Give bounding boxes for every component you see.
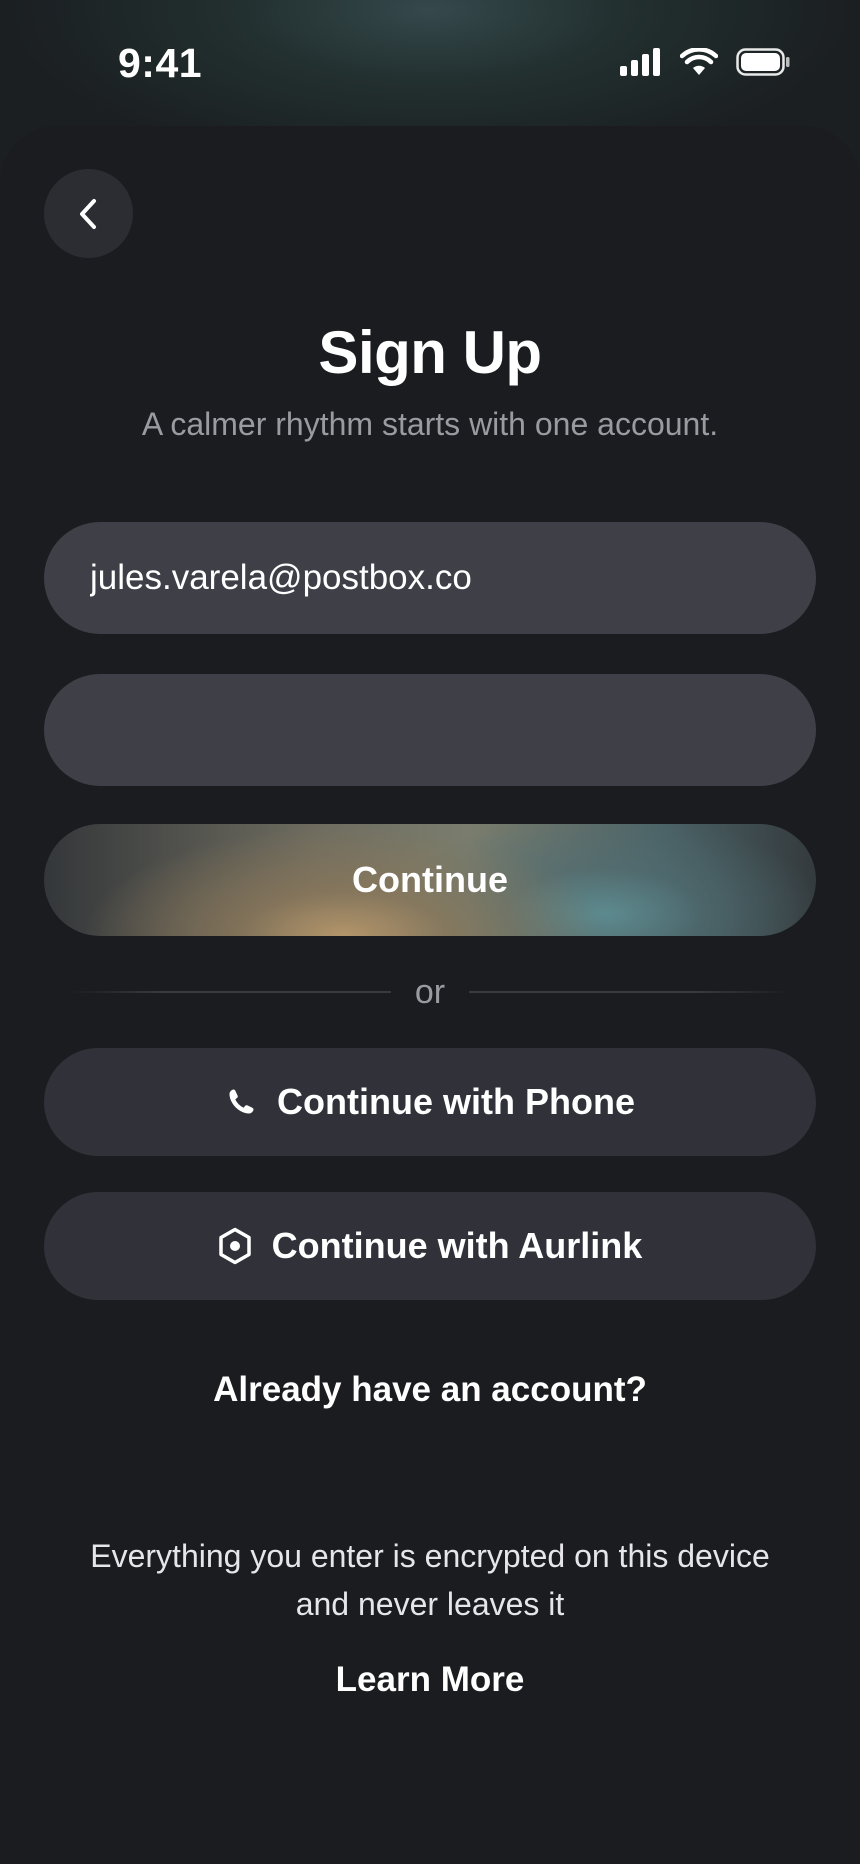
phone-icon: [229, 1089, 254, 1114]
already-have-account-link[interactable]: Already have an account?: [0, 1370, 860, 1410]
cellular-signal-icon: [620, 48, 660, 76]
continue-with-aurlink-button[interactable]: Continue with Aurlink: [44, 1192, 816, 1300]
continue-button-label: Continue: [352, 859, 508, 900]
continue-with-aurlink-label: Continue with Aurlink: [271, 1225, 643, 1266]
divider-line-right: [469, 991, 791, 993]
continue-with-phone-label: Continue with Phone: [277, 1081, 635, 1122]
wifi-icon: [680, 48, 718, 75]
continue-button[interactable]: Continue: [44, 824, 816, 936]
privacy-notice-line2: and never leaves it: [295, 1586, 565, 1622]
status-time: 9:41: [118, 40, 203, 86]
privacy-notice-line1: Everything you enter is encrypted on thi…: [90, 1538, 770, 1574]
email-field[interactable]: [44, 522, 816, 634]
status-icons: [620, 48, 790, 76]
chevron-left-icon: [79, 198, 96, 229]
hexagon-icon: [218, 1227, 251, 1265]
or-divider: or: [70, 962, 791, 1022]
password-field[interactable]: [44, 674, 816, 786]
battery-icon: [736, 48, 790, 76]
divider-line-left: [70, 991, 391, 993]
divider-text: or: [414, 972, 446, 1011]
page-title: Sign Up: [318, 319, 542, 386]
continue-with-phone-button[interactable]: Continue with Phone: [44, 1048, 816, 1156]
privacy-notice: Everything you enter is encrypted on thi…: [50, 1532, 810, 1628]
learn-more-link[interactable]: Learn More: [0, 1660, 860, 1700]
status-bar: 9:41: [0, 0, 860, 128]
back-button[interactable]: [44, 169, 133, 258]
page-subtitle: A calmer rhythm starts with one account.: [141, 406, 719, 442]
